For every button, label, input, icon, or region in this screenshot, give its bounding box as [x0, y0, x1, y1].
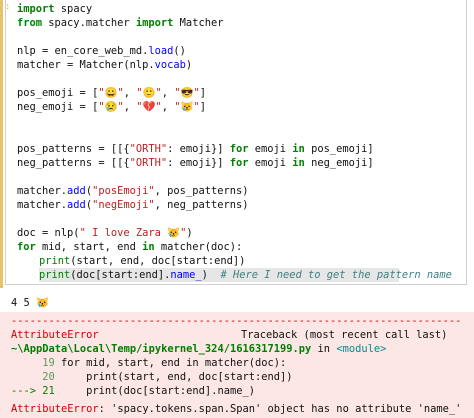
cell-selection-bar — [0, 0, 3, 288]
code-line-12: neg_patterns = [[{"ORTH": emoji}] for em… — [17, 157, 374, 169]
code-line-2: from spacy.matcher import Matcher — [17, 17, 224, 29]
error-separator: ----------------------------------------… — [11, 315, 462, 327]
error-message: AttributeError: 'spacy.tokens.span.Span'… — [11, 403, 462, 415]
code-line-7: pos_emoji = ["😀", "🙂", "😎"] — [17, 87, 206, 99]
cell-marker-icon: : — [5, 2, 11, 12]
code-line-1: import spacy — [17, 3, 93, 15]
code-line-18: doc = nlp(" I love Zara 😿") — [17, 227, 193, 239]
code-cell[interactable]: : import spacy from spacy.matcher import… — [0, 0, 474, 288]
code-line-20: print(start, end, doc[start:end]) — [39, 255, 246, 267]
code-line-5: matcher = Matcher(nlp.vocab) — [17, 59, 193, 71]
code-line-4: nlp = en_core_web_md.load() — [17, 45, 186, 57]
traceback-line-20: 20 print(start, end, doc[start:end]) — [42, 371, 293, 383]
stdout-output: 4 5 😿 — [11, 297, 49, 309]
traceback-file-line: ~\AppData\Local\Temp/ipykernel_324/16163… — [11, 343, 387, 355]
code-line-11: pos_patterns = [[{"ORTH": emoji}] for em… — [17, 143, 374, 155]
error-output: ----------------------------------------… — [0, 312, 474, 418]
code-line-14: matcher.add("posEmoji", pos_patterns) — [17, 185, 249, 197]
code-editor[interactable]: : import spacy from spacy.matcher import… — [5, 0, 467, 285]
code-line-8: neg_emoji = ["😢", "💔", "😿"] — [17, 101, 206, 113]
traceback-line-21: ---> 21 print(doc[start:end].name_) — [11, 385, 255, 397]
traceback-line-19: 19 for mid, start, end in matcher(doc): — [42, 357, 287, 369]
code-line-21: print(doc[start:end].name_) # Here I nee… — [39, 268, 452, 282]
code-line-19: for mid, start, end in matcher(doc): — [17, 241, 243, 253]
code-line-15: matcher.add("negEmoji", neg_patterns) — [17, 199, 249, 211]
error-header: AttributeError Traceback (most recent cal… — [11, 329, 448, 341]
